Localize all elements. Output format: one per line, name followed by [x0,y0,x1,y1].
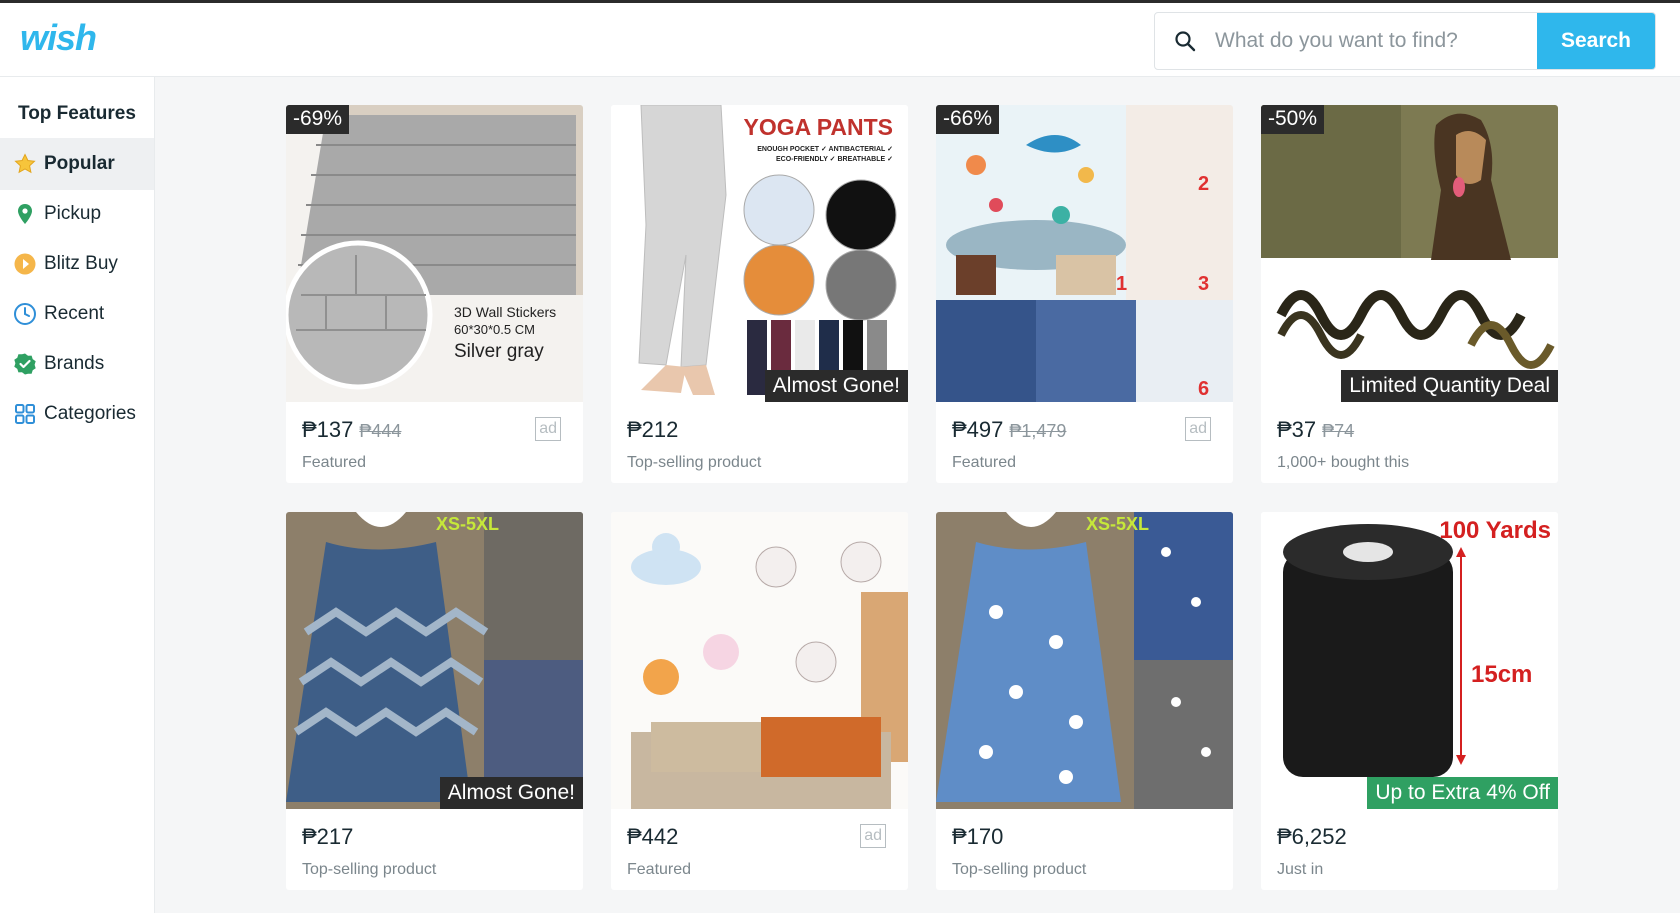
sidebar-item-popular[interactable]: Popular [0,138,154,190]
price: ₱212 [627,417,679,442]
blitz-icon [12,251,38,277]
price: ₱497 [952,417,1004,442]
price-row: ₱212 [627,417,678,443]
product-banner: Limited Quantity Deal [1341,370,1558,402]
sidebar-item-blitz-buy[interactable]: Blitz Buy [0,238,154,290]
search-icon [1175,31,1196,52]
discount-badge: -50% [1261,105,1325,134]
sidebar-item-label: Categories [44,403,136,424]
ad-badge: ad [860,824,886,848]
product-image: -50% Limited Quantity Deal [1261,105,1558,402]
price-row: ₱442 [627,824,678,850]
product-image: YOGA PANTS ENOUGH POCKET ✓ ANTIBACTERIAL… [611,105,908,402]
price-row: ₱137 ₱444 [302,417,401,443]
image-caption: ENOUGH POCKET ✓ ANTIBACTERIAL ✓ [757,146,893,153]
original-price: ₱1,479 [1009,421,1067,441]
product-image [611,512,908,809]
image-caption: 3 [1198,273,1209,295]
product-subtitle: 1,000+ bought this [1277,454,1410,471]
ad-badge: ad [1185,417,1211,441]
search-bar: Search [1154,12,1656,70]
sidebar-item-label: Brands [44,353,105,374]
image-caption: YOGA PANTS [743,114,893,140]
image-caption: 100 Yards [1439,517,1551,544]
product-card[interactable]: 100 Yards 15cm Up to Extra 4% Off ₱6,252… [1261,512,1558,890]
sidebar-item-label: Blitz Buy [44,253,118,274]
price: ₱217 [302,824,354,849]
wish-logo[interactable]: wish [20,17,97,59]
product-card[interactable]: 2 1 3 6 -66% ₱497 ₱1,479 ad Featured [936,105,1233,483]
star-icon [12,151,38,177]
location-pin-icon [12,201,38,227]
discount-badge: -66% [936,105,1000,134]
image-caption: XS-5XL [436,514,499,534]
sidebar-item-categories[interactable]: Categories [0,388,154,440]
image-caption: 60*30*0.5 CM [454,322,535,337]
original-price: ₱74 [1322,421,1355,441]
price: ₱170 [952,824,1004,849]
product-image: 3D Wall Stickers 60*30*0.5 CM Silver gra… [286,105,583,402]
image-caption: 15cm [1471,661,1532,688]
product-card[interactable]: XS-5XL ₱170 Top-selling product [936,512,1233,890]
product-subtitle: Featured [952,454,1017,471]
image-caption: Silver gray [454,341,544,362]
price-row: ₱497 ₱1,479 [952,417,1066,443]
image-caption: 6 [1198,378,1209,400]
product-image: XS-5XL Almost Gone! [286,512,583,809]
sidebar-item-label: Recent [44,303,105,324]
image-caption: XS-5XL [1086,514,1149,534]
grid-icon [12,401,38,427]
sidebar-item-pickup[interactable]: Pickup [0,188,154,240]
image-caption: 1 [1116,273,1127,295]
product-image: XS-5XL [936,512,1233,809]
product-card[interactable]: -50% Limited Quantity Deal ₱37 ₱74 1,000+… [1261,105,1558,483]
product-banner: Almost Gone! [764,370,908,402]
price: ₱37 [1277,417,1317,442]
price-row: ₱170 [952,824,1003,850]
image-caption: 3D Wall Stickers [454,304,556,320]
search-input[interactable] [1213,13,1537,69]
product-card[interactable]: ₱442 ad Featured [611,512,908,890]
sidebar-title: Top Features [18,103,136,124]
product-card[interactable]: YOGA PANTS ENOUGH POCKET ✓ ANTIBACTERIAL… [611,105,908,483]
price: ₱442 [627,824,679,849]
clock-icon [12,301,38,327]
product-banner: Up to Extra 4% Off [1367,777,1558,809]
top-header: wish Search [0,3,1680,77]
sidebar-item-recent[interactable]: Recent [0,288,154,340]
image-caption: 2 [1198,173,1209,195]
price: ₱137 [302,417,354,442]
price-row: ₱217 [302,824,353,850]
product-subtitle: Featured [302,454,367,471]
sidebar-item-label: Popular [44,153,115,174]
product-banner: Almost Gone! [439,777,583,809]
product-image: 2 1 3 6 -66% [936,105,1233,402]
sidebar-item-brands[interactable]: Brands [0,338,154,390]
original-price: ₱444 [359,421,402,441]
product-subtitle: Top-selling product [627,454,762,471]
price-row: ₱6,252 [1277,824,1347,850]
sidebar: Top Features Popular Pickup Blitz Buy Re… [0,77,155,913]
discount-badge: -69% [286,105,350,134]
image-caption: ECO-FRIENDLY ✓ BREATHABLE ✓ [776,156,893,163]
ad-badge: ad [535,417,561,441]
product-subtitle: Just in [1277,861,1324,878]
sidebar-item-label: Pickup [44,203,102,224]
search-button[interactable]: Search [1537,13,1655,69]
product-subtitle: Featured [627,861,692,878]
product-card[interactable]: 3D Wall Stickers 60*30*0.5 CM Silver gra… [286,105,583,483]
product-subtitle: Top-selling product [302,861,437,878]
product-subtitle: Top-selling product [952,861,1087,878]
price: ₱6,252 [1277,824,1347,849]
product-image: 100 Yards 15cm Up to Extra 4% Off [1261,512,1558,809]
verified-badge-icon [12,351,38,377]
product-card[interactable]: XS-5XL Almost Gone! ₱217 Top-selling pro… [286,512,583,890]
price-row: ₱37 ₱74 [1277,417,1354,443]
